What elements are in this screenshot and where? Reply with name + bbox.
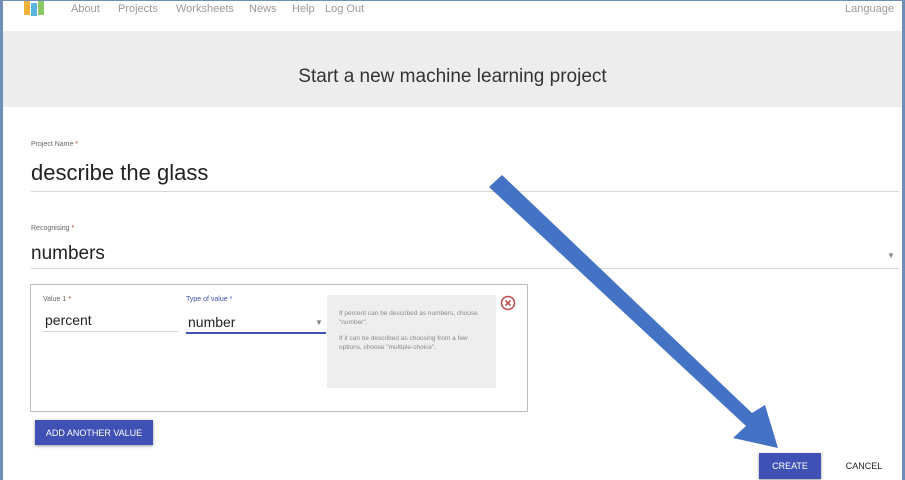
project-name-input[interactable]: describe the glass bbox=[31, 160, 208, 186]
project-name-underline bbox=[31, 191, 899, 192]
app-window: About Projects Worksheets News Help Log … bbox=[0, 0, 905, 480]
nav-about-link[interactable]: About bbox=[71, 3, 100, 15]
value-type-hint: If percent can be described as numbers, … bbox=[327, 295, 496, 388]
value1-underline bbox=[43, 331, 178, 332]
nav-worksheets-link[interactable]: Worksheets bbox=[176, 3, 234, 15]
required-mark: * bbox=[68, 296, 71, 303]
create-button[interactable]: CREATE bbox=[759, 453, 821, 479]
project-name-label: Project Name * bbox=[31, 141, 79, 148]
value1-label: Value 1 * bbox=[43, 296, 71, 303]
required-mark: * bbox=[71, 225, 75, 232]
value1-input[interactable]: percent bbox=[45, 312, 92, 328]
nav-logout-link[interactable]: Log Out bbox=[325, 3, 364, 15]
type-of-value-label: Type of value * bbox=[186, 296, 233, 303]
page-title: Start a new machine learning project bbox=[298, 66, 607, 87]
app-logo-icon[interactable] bbox=[23, 1, 45, 17]
remove-circle-icon[interactable] bbox=[500, 295, 516, 311]
hint-line: If it can be described as choosing from … bbox=[339, 335, 468, 351]
type-of-value-select[interactable]: number bbox=[188, 314, 235, 330]
hint-line: If percent can be described as numbers, … bbox=[339, 310, 478, 326]
nav-help-link[interactable]: Help bbox=[292, 3, 315, 15]
recognising-select[interactable]: numbers bbox=[31, 243, 105, 265]
nav-projects-link[interactable]: Projects bbox=[118, 3, 158, 15]
top-nav: About Projects Worksheets News Help Log … bbox=[3, 1, 902, 25]
nav-news-link[interactable]: News bbox=[249, 3, 277, 15]
language-menu[interactable]: Language bbox=[845, 3, 894, 15]
caret-down-icon[interactable]: ▼ bbox=[315, 318, 323, 327]
page-header: Start a new machine learning project bbox=[3, 31, 902, 107]
type-of-value-underline bbox=[186, 332, 326, 334]
cancel-button[interactable]: CANCEL bbox=[835, 453, 893, 479]
required-mark: * bbox=[75, 141, 79, 148]
recognising-underline bbox=[31, 268, 899, 269]
required-mark: * bbox=[229, 296, 233, 303]
add-another-value-button[interactable]: ADD ANOTHER VALUE bbox=[35, 420, 153, 445]
caret-down-icon[interactable]: ▼ bbox=[887, 251, 895, 260]
recognising-label: Recognising * bbox=[31, 225, 75, 232]
